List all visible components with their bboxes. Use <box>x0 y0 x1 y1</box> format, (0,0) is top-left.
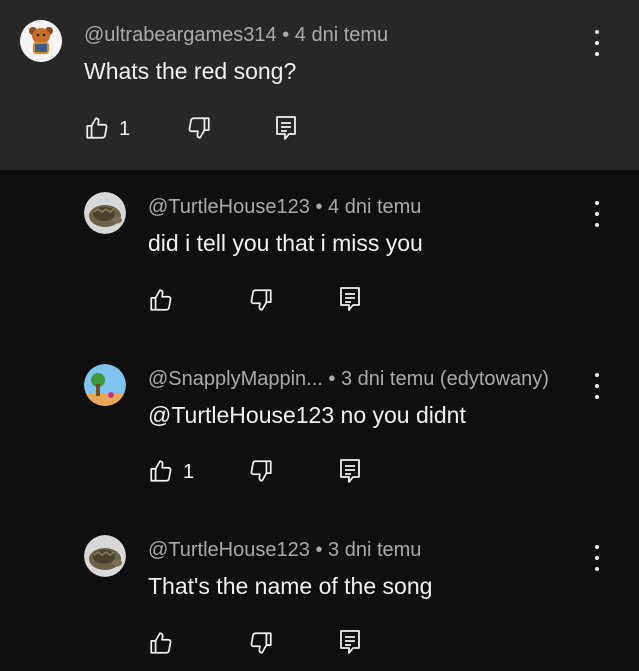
more-vert-icon[interactable] <box>590 545 604 571</box>
dislike-button[interactable] <box>248 458 274 484</box>
like-count: 1 <box>119 118 131 140</box>
author-name[interactable]: @SnapplyMappin... <box>148 368 323 390</box>
timestamp: 4 dni temu <box>328 196 422 218</box>
reply-button[interactable] <box>338 285 362 313</box>
reply-icon <box>340 459 360 483</box>
separator: • <box>315 539 323 561</box>
avatar[interactable] <box>84 364 126 406</box>
reply-icon <box>340 287 360 311</box>
reply-button[interactable] <box>338 457 362 485</box>
landscape-avatar-image <box>84 364 126 406</box>
dislike-button[interactable] <box>248 287 274 313</box>
like-button[interactable] <box>148 458 174 484</box>
comment-text: Whats the red song? <box>84 58 297 84</box>
reply-button[interactable] <box>338 628 362 656</box>
separator: • <box>315 196 323 218</box>
reply-icon <box>340 630 360 654</box>
thumb-up-icon <box>150 289 172 311</box>
thumb-down-icon <box>250 289 272 311</box>
turtle-avatar-image <box>84 535 126 577</box>
dislike-button[interactable] <box>248 630 274 656</box>
thumb-down-icon <box>250 460 272 482</box>
separator: • <box>328 368 336 390</box>
author-name[interactable]: @TurtleHouse123 <box>148 539 310 561</box>
timestamp: 3 dni temu <box>328 539 422 561</box>
comment-meta: @TurtleHouse123 • 4 dni temu <box>148 196 421 219</box>
bear-avatar-image <box>20 20 62 62</box>
author-name[interactable]: @TurtleHouse123 <box>148 196 310 218</box>
thumb-up-icon <box>150 632 172 654</box>
comment-text: @TurtleHouse123 no you didnt <box>148 402 466 428</box>
like-count: 1 <box>183 461 195 483</box>
comment-text: That's the name of the song <box>148 573 433 599</box>
more-vert-icon[interactable] <box>590 201 604 227</box>
more-vert-icon[interactable] <box>590 30 604 56</box>
timestamp: 4 dni temu <box>294 24 389 46</box>
like-button[interactable] <box>148 630 174 656</box>
avatar[interactable] <box>20 20 62 62</box>
comment-meta: @SnapplyMappin... • 3 dni temu (edytowan… <box>148 368 549 391</box>
author-name[interactable]: @ultrabeargames314 <box>84 24 277 46</box>
reply-button[interactable] <box>274 114 298 142</box>
thumb-down-icon <box>250 632 272 654</box>
comment-meta: @ultrabeargames314 • 4 dni temu <box>84 24 388 47</box>
thumb-up-icon <box>86 117 108 139</box>
timestamp: 3 dni temu (edytowany) <box>340 368 549 390</box>
like-button[interactable] <box>84 115 110 141</box>
avatar[interactable] <box>84 535 126 577</box>
thumb-up-icon <box>150 460 172 482</box>
comment-meta: @TurtleHouse123 • 3 dni temu <box>148 539 421 562</box>
reply-icon <box>276 116 296 140</box>
thumb-down-icon <box>188 117 210 139</box>
turtle-avatar-image <box>84 192 126 234</box>
comment-text: did i tell you that i miss you <box>148 230 423 256</box>
avatar[interactable] <box>84 192 126 234</box>
dislike-button[interactable] <box>186 115 212 141</box>
like-button[interactable] <box>148 287 174 313</box>
separator: • <box>282 24 290 46</box>
more-vert-icon[interactable] <box>590 373 604 399</box>
